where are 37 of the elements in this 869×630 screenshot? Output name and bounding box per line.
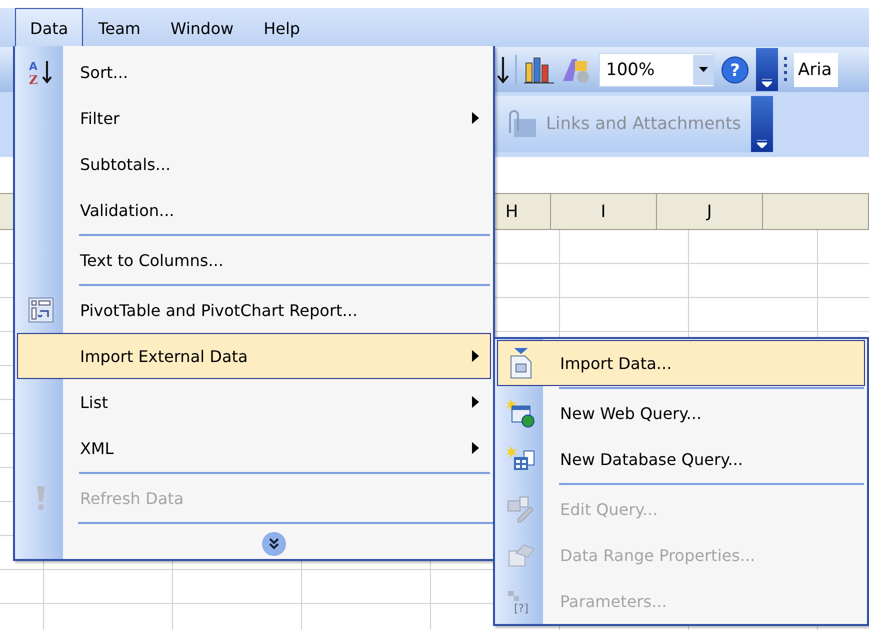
- exclamation-icon: [35, 484, 47, 512]
- menu-bar-item[interactable]: Help: [248, 8, 316, 47]
- column-header[interactable]: I: [600, 202, 606, 222]
- menu-bar-item[interactable]: Team: [83, 8, 156, 47]
- font-field[interactable]: Aria: [794, 52, 838, 86]
- dropdown-arrow-icon: [698, 67, 708, 72]
- menu-item[interactable]: Filter: [17, 95, 491, 141]
- options-arrow-icon: [762, 79, 772, 87]
- submenu-arrow-icon: [472, 112, 478, 124]
- menu-item[interactable]: List: [17, 379, 491, 425]
- column-header[interactable]: H: [505, 202, 518, 222]
- column-header[interactable]: J: [706, 202, 712, 222]
- zoom-field[interactable]: 100%: [599, 52, 714, 86]
- menu-item[interactable]: XML: [17, 425, 491, 471]
- import-document-icon: [508, 347, 534, 379]
- toolbar-options-button[interactable]: [750, 96, 773, 152]
- submenu-arrow-icon: [472, 442, 478, 454]
- menu-item[interactable]: A Z Sort...: [17, 49, 491, 95]
- edit-query-icon: [506, 495, 536, 523]
- web-query-icon: [506, 398, 536, 428]
- chart-icon[interactable]: [523, 54, 555, 84]
- menu-item[interactable]: Import External Data: [17, 333, 491, 379]
- submenu-arrow-icon: [472, 350, 478, 362]
- submenu-arrow-icon: [472, 396, 478, 408]
- options-arrow-icon: [756, 140, 767, 148]
- expand-chevron-icon[interactable]: [261, 531, 287, 557]
- menu-bar-item[interactable]: Window: [156, 8, 249, 47]
- database-query-icon: [506, 445, 536, 473]
- menu-bar-item[interactable]: Data: [15, 8, 84, 47]
- menu-item[interactable]: Import Data...: [497, 340, 865, 386]
- toolbar-options-button[interactable]: [756, 48, 778, 91]
- menu-item[interactable]: Subtotals...: [17, 141, 491, 187]
- menu-item[interactable]: Validation...: [17, 187, 491, 233]
- pivot-table-icon: [28, 297, 54, 323]
- help-icon[interactable]: ?: [720, 54, 750, 84]
- menu-item[interactable]: New Database Query...: [497, 436, 865, 482]
- sort-descending-icon[interactable]: [497, 54, 509, 84]
